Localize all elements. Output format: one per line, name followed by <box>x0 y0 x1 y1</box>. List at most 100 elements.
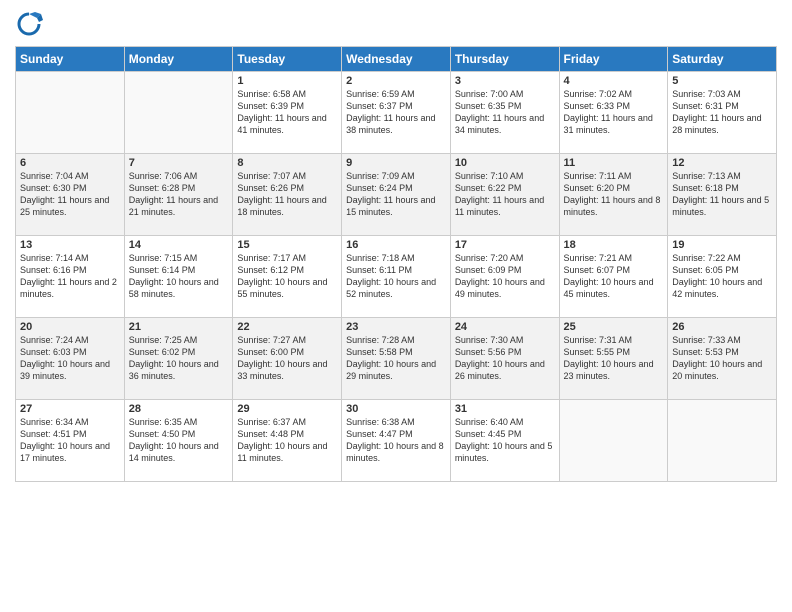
calendar-cell: 27Sunrise: 6:34 AM Sunset: 4:51 PM Dayli… <box>16 400 125 482</box>
day-number: 4 <box>564 75 664 87</box>
day-number: 5 <box>672 75 772 87</box>
calendar-cell: 10Sunrise: 7:10 AM Sunset: 6:22 PM Dayli… <box>450 154 559 236</box>
day-number: 23 <box>346 321 446 333</box>
day-info: Sunrise: 6:58 AM Sunset: 6:39 PM Dayligh… <box>237 88 337 137</box>
day-info: Sunrise: 7:20 AM Sunset: 6:09 PM Dayligh… <box>455 252 555 301</box>
calendar-cell: 4Sunrise: 7:02 AM Sunset: 6:33 PM Daylig… <box>559 72 668 154</box>
weekday-header-sunday: Sunday <box>16 47 125 72</box>
day-number: 28 <box>129 403 229 415</box>
calendar-cell: 23Sunrise: 7:28 AM Sunset: 5:58 PM Dayli… <box>342 318 451 400</box>
calendar-cell <box>668 400 777 482</box>
day-number: 9 <box>346 157 446 169</box>
day-info: Sunrise: 7:17 AM Sunset: 6:12 PM Dayligh… <box>237 252 337 301</box>
day-info: Sunrise: 6:35 AM Sunset: 4:50 PM Dayligh… <box>129 416 229 465</box>
day-number: 8 <box>237 157 337 169</box>
calendar-cell: 11Sunrise: 7:11 AM Sunset: 6:20 PM Dayli… <box>559 154 668 236</box>
day-info: Sunrise: 7:03 AM Sunset: 6:31 PM Dayligh… <box>672 88 772 137</box>
weekday-header-tuesday: Tuesday <box>233 47 342 72</box>
calendar-cell: 2Sunrise: 6:59 AM Sunset: 6:37 PM Daylig… <box>342 72 451 154</box>
day-info: Sunrise: 7:31 AM Sunset: 5:55 PM Dayligh… <box>564 334 664 383</box>
day-number: 29 <box>237 403 337 415</box>
calendar-cell: 1Sunrise: 6:58 AM Sunset: 6:39 PM Daylig… <box>233 72 342 154</box>
day-number: 25 <box>564 321 664 333</box>
day-number: 11 <box>564 157 664 169</box>
day-number: 16 <box>346 239 446 251</box>
calendar-cell: 19Sunrise: 7:22 AM Sunset: 6:05 PM Dayli… <box>668 236 777 318</box>
day-number: 1 <box>237 75 337 87</box>
day-info: Sunrise: 7:13 AM Sunset: 6:18 PM Dayligh… <box>672 170 772 219</box>
day-info: Sunrise: 6:38 AM Sunset: 4:47 PM Dayligh… <box>346 416 446 465</box>
calendar-cell: 20Sunrise: 7:24 AM Sunset: 6:03 PM Dayli… <box>16 318 125 400</box>
calendar-cell: 7Sunrise: 7:06 AM Sunset: 6:28 PM Daylig… <box>124 154 233 236</box>
calendar-cell: 28Sunrise: 6:35 AM Sunset: 4:50 PM Dayli… <box>124 400 233 482</box>
calendar-cell: 25Sunrise: 7:31 AM Sunset: 5:55 PM Dayli… <box>559 318 668 400</box>
day-info: Sunrise: 7:27 AM Sunset: 6:00 PM Dayligh… <box>237 334 337 383</box>
week-row-2: 13Sunrise: 7:14 AM Sunset: 6:16 PM Dayli… <box>16 236 777 318</box>
day-info: Sunrise: 7:06 AM Sunset: 6:28 PM Dayligh… <box>129 170 229 219</box>
calendar-cell: 29Sunrise: 6:37 AM Sunset: 4:48 PM Dayli… <box>233 400 342 482</box>
day-info: Sunrise: 7:09 AM Sunset: 6:24 PM Dayligh… <box>346 170 446 219</box>
day-number: 20 <box>20 321 120 333</box>
calendar-cell: 26Sunrise: 7:33 AM Sunset: 5:53 PM Dayli… <box>668 318 777 400</box>
calendar-cell: 12Sunrise: 7:13 AM Sunset: 6:18 PM Dayli… <box>668 154 777 236</box>
day-info: Sunrise: 7:14 AM Sunset: 6:16 PM Dayligh… <box>20 252 120 301</box>
day-info: Sunrise: 7:10 AM Sunset: 6:22 PM Dayligh… <box>455 170 555 219</box>
day-info: Sunrise: 6:59 AM Sunset: 6:37 PM Dayligh… <box>346 88 446 137</box>
week-row-3: 20Sunrise: 7:24 AM Sunset: 6:03 PM Dayli… <box>16 318 777 400</box>
week-row-4: 27Sunrise: 6:34 AM Sunset: 4:51 PM Dayli… <box>16 400 777 482</box>
day-info: Sunrise: 7:24 AM Sunset: 6:03 PM Dayligh… <box>20 334 120 383</box>
day-info: Sunrise: 7:15 AM Sunset: 6:14 PM Dayligh… <box>129 252 229 301</box>
day-number: 21 <box>129 321 229 333</box>
calendar-cell: 14Sunrise: 7:15 AM Sunset: 6:14 PM Dayli… <box>124 236 233 318</box>
calendar-cell: 31Sunrise: 6:40 AM Sunset: 4:45 PM Dayli… <box>450 400 559 482</box>
calendar-cell: 8Sunrise: 7:07 AM Sunset: 6:26 PM Daylig… <box>233 154 342 236</box>
day-number: 2 <box>346 75 446 87</box>
day-number: 31 <box>455 403 555 415</box>
day-info: Sunrise: 7:02 AM Sunset: 6:33 PM Dayligh… <box>564 88 664 137</box>
calendar-cell: 17Sunrise: 7:20 AM Sunset: 6:09 PM Dayli… <box>450 236 559 318</box>
weekday-header-saturday: Saturday <box>668 47 777 72</box>
day-number: 27 <box>20 403 120 415</box>
day-info: Sunrise: 7:30 AM Sunset: 5:56 PM Dayligh… <box>455 334 555 383</box>
weekday-header-row: SundayMondayTuesdayWednesdayThursdayFrid… <box>16 47 777 72</box>
day-info: Sunrise: 7:25 AM Sunset: 6:02 PM Dayligh… <box>129 334 229 383</box>
day-number: 17 <box>455 239 555 251</box>
day-info: Sunrise: 6:40 AM Sunset: 4:45 PM Dayligh… <box>455 416 555 465</box>
day-number: 24 <box>455 321 555 333</box>
calendar-cell: 3Sunrise: 7:00 AM Sunset: 6:35 PM Daylig… <box>450 72 559 154</box>
day-number: 12 <box>672 157 772 169</box>
day-number: 30 <box>346 403 446 415</box>
calendar-cell <box>16 72 125 154</box>
calendar-cell: 9Sunrise: 7:09 AM Sunset: 6:24 PM Daylig… <box>342 154 451 236</box>
page-header <box>15 10 777 38</box>
day-number: 14 <box>129 239 229 251</box>
day-number: 6 <box>20 157 120 169</box>
calendar-cell: 24Sunrise: 7:30 AM Sunset: 5:56 PM Dayli… <box>450 318 559 400</box>
day-number: 7 <box>129 157 229 169</box>
day-number: 10 <box>455 157 555 169</box>
day-info: Sunrise: 7:11 AM Sunset: 6:20 PM Dayligh… <box>564 170 664 219</box>
day-number: 19 <box>672 239 772 251</box>
weekday-header-friday: Friday <box>559 47 668 72</box>
day-number: 26 <box>672 321 772 333</box>
day-info: Sunrise: 7:00 AM Sunset: 6:35 PM Dayligh… <box>455 88 555 137</box>
weekday-header-wednesday: Wednesday <box>342 47 451 72</box>
day-number: 15 <box>237 239 337 251</box>
day-info: Sunrise: 6:37 AM Sunset: 4:48 PM Dayligh… <box>237 416 337 465</box>
calendar-cell: 5Sunrise: 7:03 AM Sunset: 6:31 PM Daylig… <box>668 72 777 154</box>
calendar-cell: 6Sunrise: 7:04 AM Sunset: 6:30 PM Daylig… <box>16 154 125 236</box>
day-number: 22 <box>237 321 337 333</box>
day-info: Sunrise: 7:04 AM Sunset: 6:30 PM Dayligh… <box>20 170 120 219</box>
calendar-cell: 22Sunrise: 7:27 AM Sunset: 6:00 PM Dayli… <box>233 318 342 400</box>
day-info: Sunrise: 7:21 AM Sunset: 6:07 PM Dayligh… <box>564 252 664 301</box>
day-info: Sunrise: 6:34 AM Sunset: 4:51 PM Dayligh… <box>20 416 120 465</box>
weekday-header-thursday: Thursday <box>450 47 559 72</box>
calendar-cell: 18Sunrise: 7:21 AM Sunset: 6:07 PM Dayli… <box>559 236 668 318</box>
day-number: 13 <box>20 239 120 251</box>
calendar-cell: 15Sunrise: 7:17 AM Sunset: 6:12 PM Dayli… <box>233 236 342 318</box>
day-info: Sunrise: 7:33 AM Sunset: 5:53 PM Dayligh… <box>672 334 772 383</box>
day-info: Sunrise: 7:28 AM Sunset: 5:58 PM Dayligh… <box>346 334 446 383</box>
calendar-table: SundayMondayTuesdayWednesdayThursdayFrid… <box>15 46 777 482</box>
weekday-header-monday: Monday <box>124 47 233 72</box>
logo <box>15 10 47 38</box>
